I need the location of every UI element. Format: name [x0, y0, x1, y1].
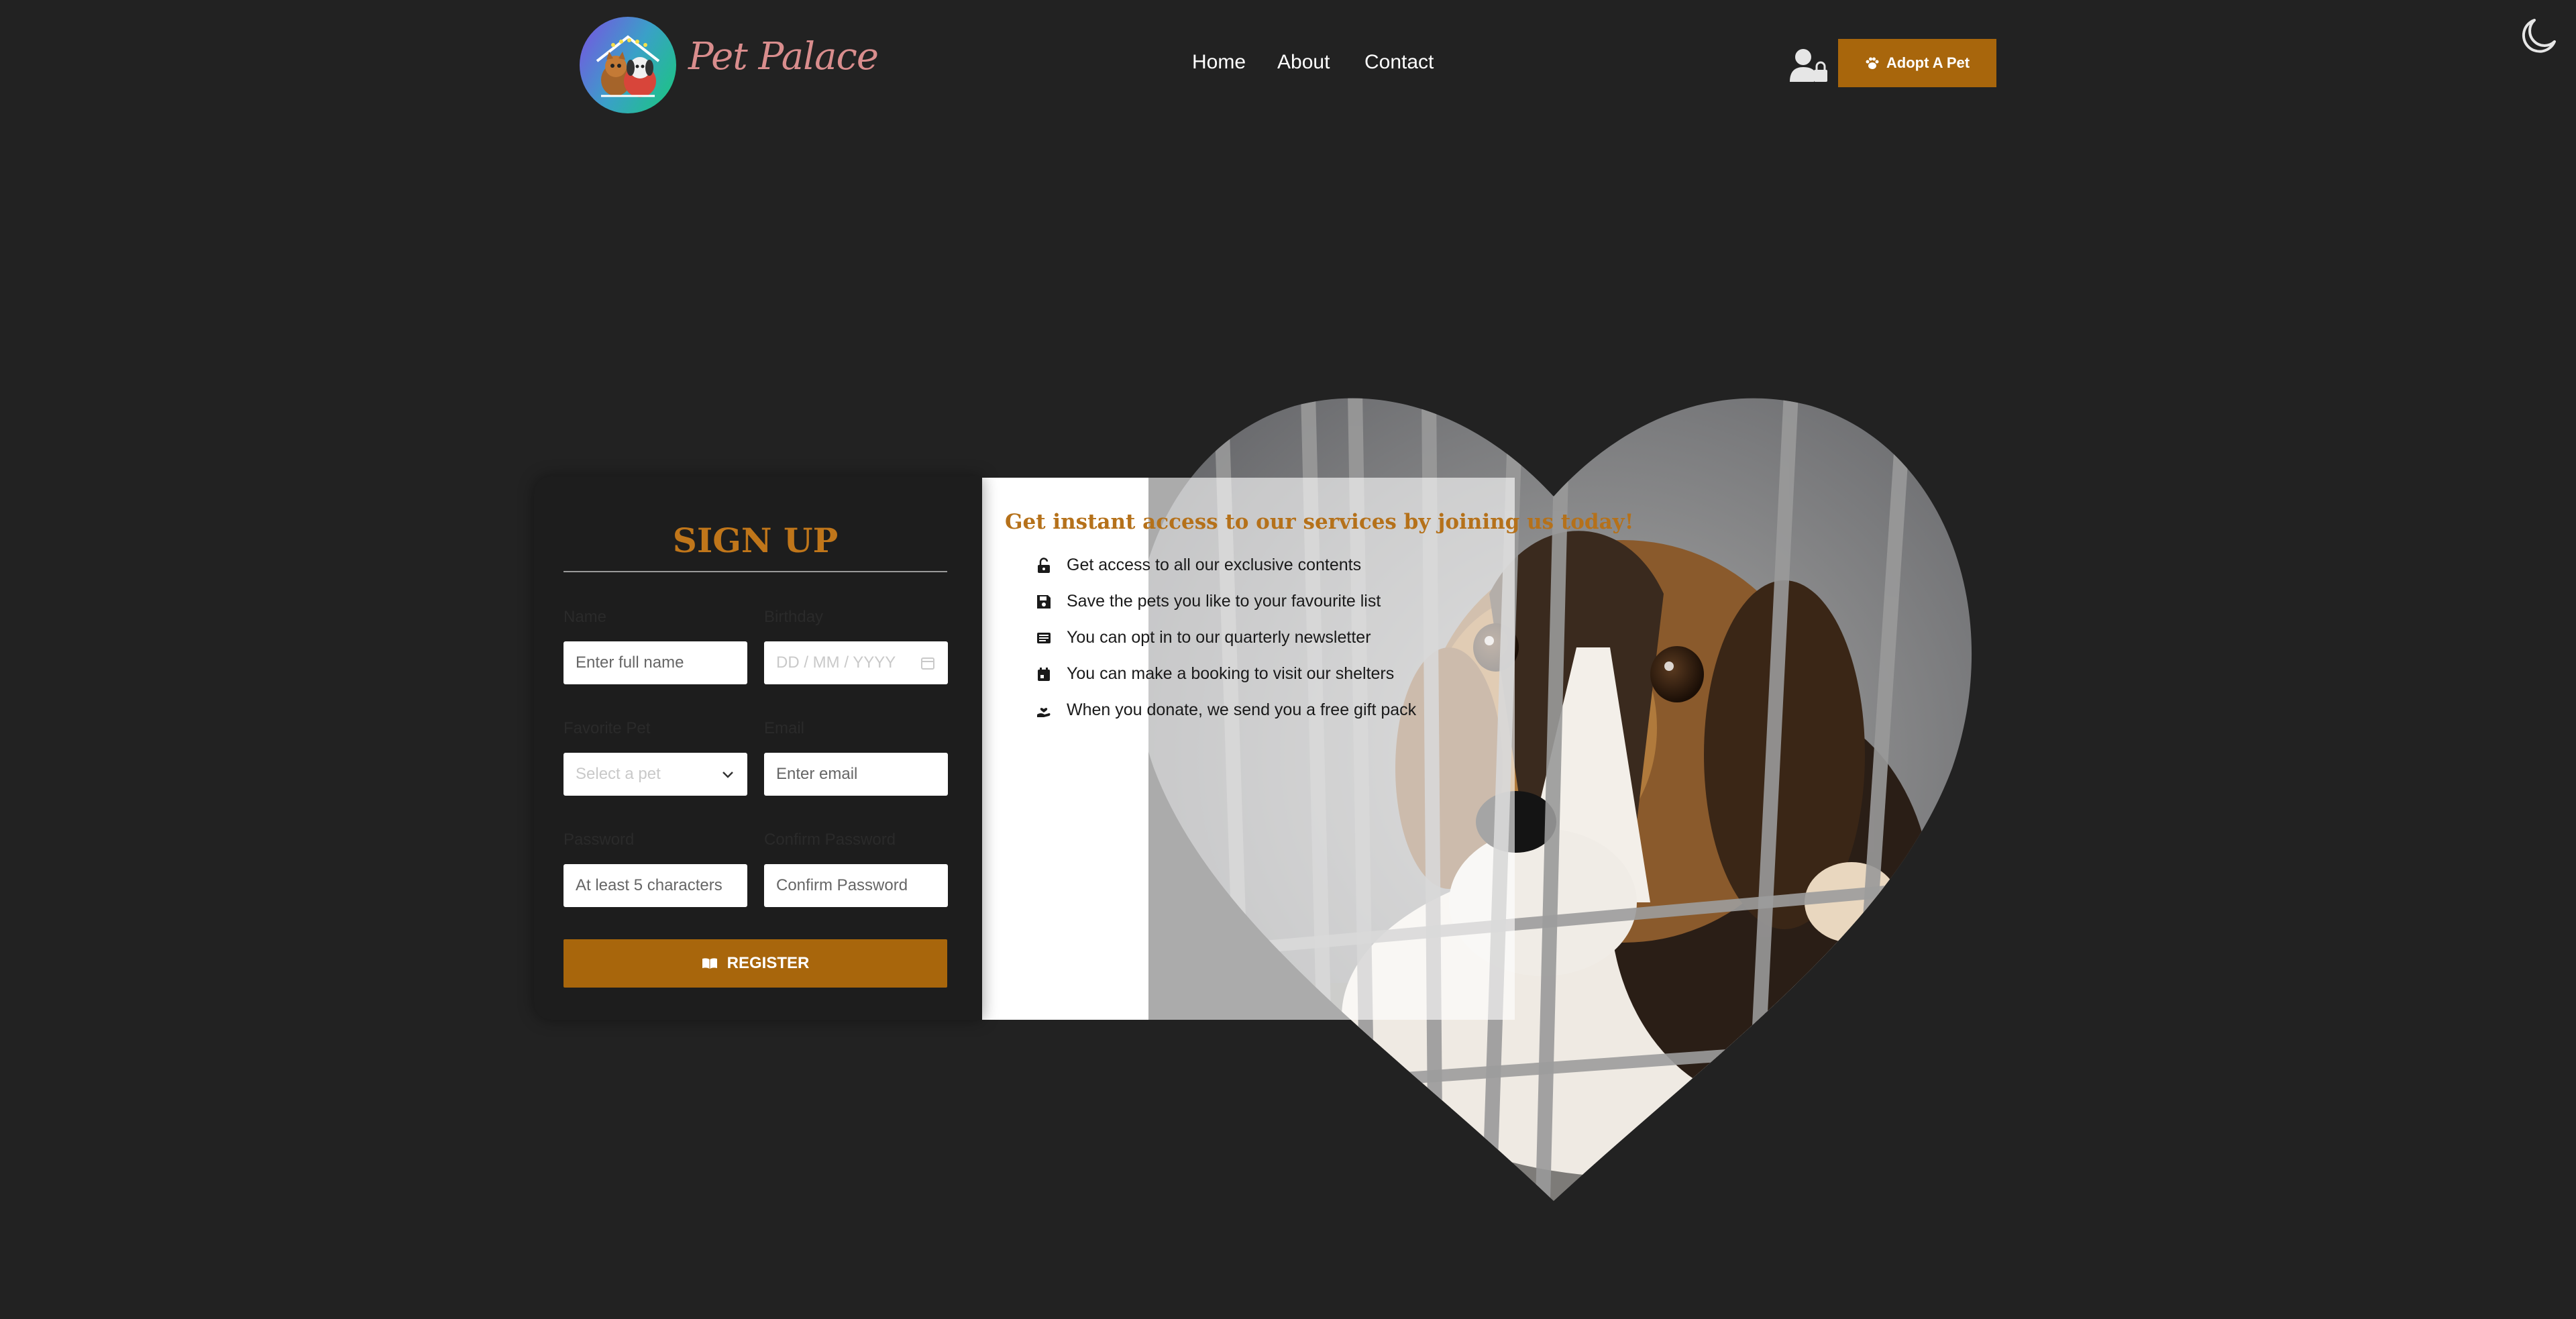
paw-icon	[1866, 57, 1879, 69]
benefit-text: You can make a booking to visit our shel…	[1067, 664, 1395, 683]
favorite-pet-select[interactable]: Select a pet	[564, 753, 747, 796]
newspaper-icon	[1037, 632, 1051, 643]
info-title: Get instant access to our services by jo…	[1005, 510, 1634, 534]
register-label: REGISTER	[727, 954, 810, 972]
calendar-picker-icon[interactable]	[920, 655, 936, 671]
pets-house-logo-icon	[596, 35, 660, 97]
benefit-item: Get access to all our exclusive contents	[1036, 556, 1361, 575]
moon-icon[interactable]	[2520, 17, 2557, 55]
birthday-label: Birthday	[764, 608, 824, 626]
name-input[interactable]: Enter full name	[564, 641, 747, 684]
benefit-text: Save the pets you like to your favourite…	[1067, 592, 1381, 611]
adopt-button-label: Adopt A Pet	[1886, 54, 1970, 71]
nav-home[interactable]: Home	[1192, 51, 1246, 74]
nav-about[interactable]: About	[1277, 51, 1330, 74]
chevron-down-icon	[722, 772, 733, 778]
benefit-item: You can make a booking to visit our shel…	[1036, 664, 1394, 684]
nav-contact[interactable]: Contact	[1364, 51, 1434, 74]
hand-holding-heart-icon	[1037, 707, 1051, 717]
benefit-text: Get access to all our exclusive contents	[1067, 556, 1362, 574]
confirm-password-input[interactable]: Confirm Password	[764, 864, 948, 907]
calendar-icon	[1038, 667, 1050, 681]
benefit-item: You can opt in to our quarterly newslett…	[1036, 628, 1371, 647]
unlock-icon	[1038, 557, 1050, 573]
benefit-item: When you donate, we send you a free gift…	[1036, 700, 1416, 720]
register-button[interactable]: REGISTER	[564, 939, 947, 988]
benefit-text: You can opt in to our quarterly newslett…	[1067, 628, 1371, 647]
birthday-placeholder: DD / MM / YYYY	[776, 653, 896, 672]
brand-name[interactable]: Pet Palace	[688, 35, 879, 78]
brand-logo[interactable]	[580, 17, 676, 113]
adopt-a-pet-button[interactable]: Adopt A Pet	[1838, 39, 1996, 87]
email-label: Email	[764, 719, 805, 737]
signup-title: SIGN UP	[672, 521, 839, 560]
password-input[interactable]: At least 5 characters	[564, 864, 747, 907]
book-open-icon	[702, 958, 717, 969]
favorite-pet-label: Favorite Pet	[564, 719, 651, 737]
save-icon	[1037, 594, 1051, 609]
benefit-text: When you donate, we send you a free gift…	[1067, 700, 1417, 719]
user-lock-icon[interactable]	[1790, 48, 1829, 83]
benefit-item: Save the pets you like to your favourite…	[1036, 592, 1381, 611]
title-divider	[564, 571, 947, 572]
password-label: Password	[564, 831, 635, 849]
email-input[interactable]: Enter email	[764, 753, 948, 796]
birthday-input[interactable]: DD / MM / YYYY	[764, 641, 948, 684]
confirm-password-label: Confirm Password	[764, 831, 896, 849]
name-label: Name	[564, 608, 607, 626]
favorite-pet-placeholder: Select a pet	[576, 765, 661, 783]
